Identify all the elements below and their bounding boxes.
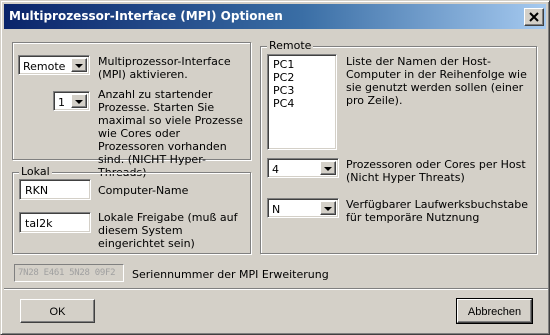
computer-name-value: RKN	[25, 184, 49, 197]
process-count-dropdown-button[interactable]	[71, 94, 87, 108]
drive-letter-label: Verfügbarer Laufwerksbuchstabe für tempo…	[346, 198, 528, 224]
computer-name-input[interactable]: RKN	[19, 179, 91, 200]
lokal-group-label: Lokal	[19, 165, 52, 179]
cores-per-host-value: 4	[272, 163, 279, 176]
ok-button[interactable]: OK	[20, 299, 95, 323]
mpi-mode-value: Remote	[23, 60, 66, 73]
host-list-item[interactable]: PC2	[270, 71, 294, 84]
cores-per-host-dropdown-button[interactable]	[320, 161, 336, 175]
process-count-label: Anzahl zu startender Prozesse. Starten S…	[98, 88, 243, 179]
host-list-item[interactable]: PC1	[270, 58, 294, 71]
chevron-down-icon	[324, 207, 332, 211]
mpi-mode-select[interactable]: Remote	[18, 55, 90, 75]
mpi-options-dialog: Multiprozessor-Interface (MPI) Optionen …	[0, 0, 550, 335]
local-share-label: Lokale Freigabe (muß auf diesem System e…	[98, 211, 238, 250]
cores-per-host-label: Prozessoren oder Cores per Host (Nicht H…	[346, 158, 526, 184]
local-share-input[interactable]: tal2k	[19, 212, 91, 233]
title-bar[interactable]: Multiprozessor-Interface (MPI) Optionen	[4, 4, 546, 29]
computer-name-label: Computer-Name	[98, 184, 189, 197]
chevron-down-icon	[75, 64, 83, 68]
close-x-icon	[529, 12, 539, 22]
mpi-mode-dropdown-button[interactable]	[71, 58, 87, 72]
drive-letter-select[interactable]: N	[267, 198, 339, 218]
host-list-item[interactable]: PC4	[270, 97, 294, 110]
chevron-down-icon	[75, 100, 83, 104]
drive-letter-dropdown-button[interactable]	[320, 201, 336, 215]
process-count-value: 1	[58, 96, 65, 109]
chevron-down-icon	[324, 167, 332, 171]
serial-number-field: 7N28 E461 5N28 09F2	[14, 264, 124, 282]
local-share-value: tal2k	[25, 217, 53, 230]
host-list-label: Liste der Namen der Host-Computer in der…	[346, 55, 527, 107]
remote-group-label: Remote	[267, 39, 314, 53]
cancel-button[interactable]: Abbrechen	[456, 298, 533, 324]
close-button[interactable]	[524, 8, 544, 26]
mpi-mode-label: Multiprozessor-Interface (MPI) aktiviere…	[98, 55, 231, 81]
host-list-textarea[interactable]: PC1 PC2 PC3 PC4	[267, 54, 337, 150]
process-count-select[interactable]: 1	[53, 91, 90, 111]
cores-per-host-select[interactable]: 4	[267, 158, 339, 178]
footer-separator	[4, 288, 548, 290]
window-title: Multiprozessor-Interface (MPI) Optionen	[9, 9, 283, 23]
drive-letter-value: N	[272, 203, 281, 216]
host-list-item[interactable]: PC3	[270, 84, 294, 97]
serial-number-value: 7N28 E461 5N28 09F2	[18, 268, 116, 278]
serial-number-label: Seriennummer der MPI Erweiterung	[132, 268, 329, 281]
